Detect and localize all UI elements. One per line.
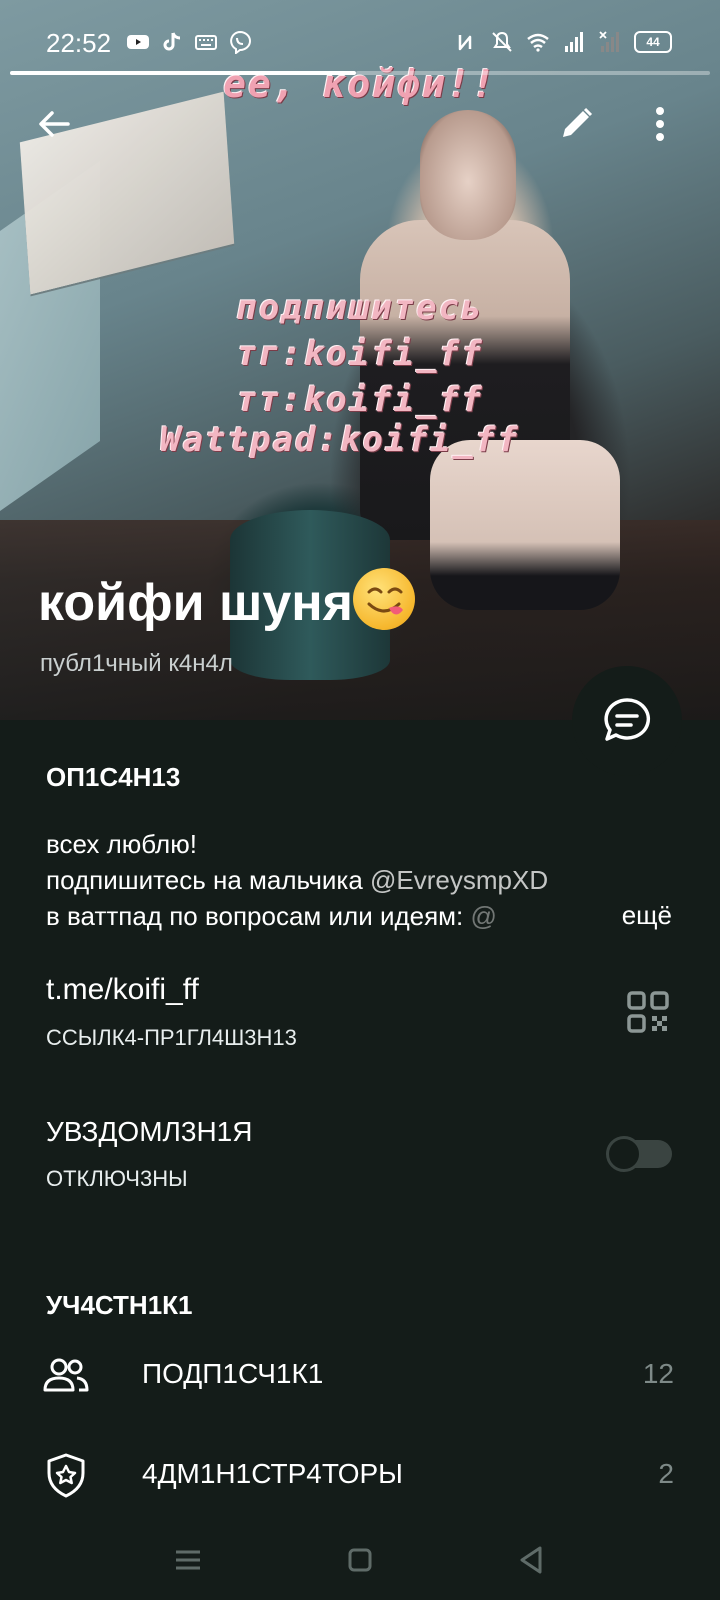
channel-title: койфи шуня (38, 568, 415, 633)
cover-person-legs (430, 440, 620, 610)
pencil-icon (563, 107, 593, 137)
participants-heading: УЧ4СТН1К1 (46, 1290, 193, 1320)
channel-cover-image: ee, койфи!! подпишитесь тг:koifi_ff тт:k… (0, 0, 720, 720)
qr-code-button[interactable] (626, 990, 670, 1034)
description-line2-text: подпишитесь на мальчика (46, 865, 371, 895)
notifications-toggle[interactable] (606, 1136, 672, 1172)
signal-no-service-icon (599, 31, 619, 52)
subscribers-row[interactable]: ПОДП1СЧ1К1 12 (0, 1336, 720, 1416)
invite-link-label: ССЫЛК4-ПР1ГЛ4Ш3Н13 (46, 1025, 297, 1050)
more-options-button[interactable] (632, 96, 688, 152)
story-progress-track (356, 71, 710, 75)
administrators-count: 2 (658, 1458, 674, 1489)
description-line2: подпишитесь на мальчика @EvreysmpXD (46, 862, 548, 898)
edit-button[interactable] (548, 96, 604, 152)
mute-icon (492, 31, 512, 52)
viber-icon (230, 30, 251, 54)
administrators-row[interactable]: 4ДМ1Н1СТР4ТОРЫ 2 (0, 1436, 720, 1516)
tiktok-icon (163, 32, 181, 51)
youtube-icon (127, 35, 149, 49)
status-notification-icons (126, 30, 252, 54)
system-navigation-bar (0, 1520, 720, 1600)
battery-icon: 44 (634, 31, 672, 53)
administrators-label: 4ДМ1Н1СТР4ТОРЫ (142, 1458, 403, 1489)
qr-code-icon (627, 991, 669, 1033)
wifi-icon (527, 33, 549, 52)
show-more-link[interactable]: ещё (622, 900, 672, 931)
story-progress-bar (10, 71, 356, 75)
status-system-icons: 44 (454, 30, 672, 54)
face-savoring-emoji-icon (353, 568, 415, 630)
description-line3: в ваттпад по вопросам или идеям: @ (46, 898, 497, 934)
notifications-state: ОТКЛЮЧ3НЫ (46, 1166, 188, 1191)
notifications-title: УВЗДОМЛ3Н1Я (46, 1116, 253, 1147)
discussion-button[interactable] (572, 666, 682, 776)
toggle-knob (606, 1136, 642, 1172)
chat-bubble-icon (604, 698, 651, 741)
status-time: 22:52 (46, 28, 112, 58)
cover-person-head (420, 110, 516, 240)
description-heading: ОП1С4Н13 (46, 762, 181, 792)
channel-title-text: койфи шуня (38, 574, 353, 632)
cover-text-line4: Wattpad:koifi_ff (160, 420, 520, 460)
invite-link-url[interactable]: t.me/koifi_ff (46, 972, 199, 1008)
nfc-icon (458, 35, 472, 51)
home-square-icon[interactable] (340, 1540, 380, 1580)
mention-link[interactable]: @EvreysmpXD (370, 865, 548, 895)
arrow-left-icon (39, 111, 70, 137)
description-line3-text: в ваттпад по вопросам или идеям: (46, 901, 471, 931)
back-button[interactable] (26, 96, 82, 152)
shield-star-icon (47, 1453, 85, 1498)
cover-text-line2: тг:koifi_ff (236, 334, 484, 374)
menu-icon[interactable] (168, 1540, 208, 1580)
more-vertical-icon (656, 107, 664, 141)
status-bar: 22:52 44 (0, 0, 720, 80)
signal-icon (565, 32, 583, 52)
channel-subtitle: публ1чный к4н4л (40, 650, 233, 677)
subscribers-count: 12 (642, 1358, 674, 1389)
mention-link-truncated[interactable]: @ (471, 901, 497, 931)
keyboard-icon (195, 35, 217, 50)
description-line1: всех люблю! (46, 829, 197, 859)
cover-text-line3: тт:koifi_ff (236, 380, 484, 420)
people-icon (43, 1358, 89, 1392)
subscribers-label: ПОДП1СЧ1К1 (142, 1358, 324, 1389)
back-triangle-icon[interactable] (512, 1540, 552, 1580)
cover-text-line1: подпишитесь (236, 288, 484, 328)
